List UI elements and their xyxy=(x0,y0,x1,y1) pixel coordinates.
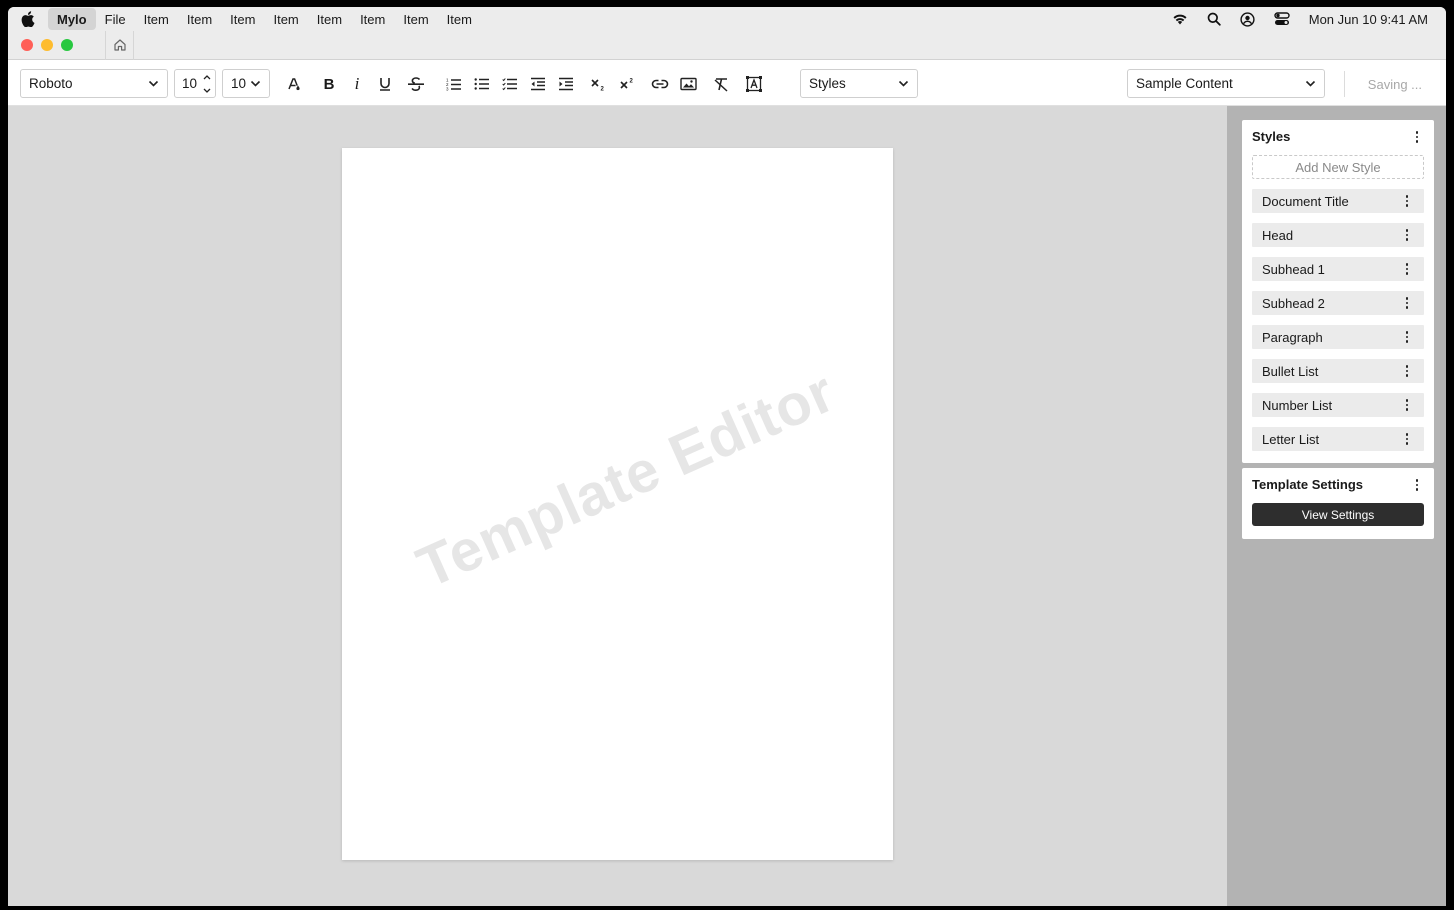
app-name-menu[interactable]: Mylo xyxy=(48,8,96,30)
more-options-icon[interactable] xyxy=(1402,364,1412,378)
menu-item-7[interactable]: Item xyxy=(394,12,437,27)
app-window: Mylo File Item Item Item Item Item Item … xyxy=(8,7,1446,906)
style-item-subhead-1[interactable]: Subhead 1 xyxy=(1252,257,1424,281)
zoom-window-button[interactable] xyxy=(61,39,73,51)
style-item-label: Subhead 1 xyxy=(1262,261,1325,277)
style-item-letter-list[interactable]: Letter List xyxy=(1252,427,1424,451)
traffic-lights xyxy=(8,30,106,60)
chevron-down-icon xyxy=(1305,80,1316,87)
style-item-label: Letter List xyxy=(1262,431,1320,447)
style-item-label: Subhead 2 xyxy=(1262,295,1325,311)
window-titlebar xyxy=(8,30,1446,60)
view-settings-button[interactable]: View Settings xyxy=(1252,503,1424,526)
styles-select-value: Styles xyxy=(809,76,846,91)
bullet-list-icon[interactable] xyxy=(471,73,493,95)
subscript-icon[interactable]: 2 xyxy=(588,73,610,95)
clear-format-icon[interactable] xyxy=(710,73,732,95)
indent-icon[interactable] xyxy=(555,73,577,95)
style-item-label: Number List xyxy=(1262,397,1333,413)
menu-item-4[interactable]: Item xyxy=(264,12,307,27)
style-item-document-title[interactable]: Document Title xyxy=(1252,189,1424,213)
text-frame-icon[interactable] xyxy=(743,73,765,95)
style-item-label: Document Title xyxy=(1262,193,1349,209)
style-item-label: Paragraph xyxy=(1262,329,1323,345)
more-options-icon[interactable] xyxy=(1402,296,1412,310)
outdent-icon[interactable] xyxy=(527,73,549,95)
menu-item-3[interactable]: Item xyxy=(221,12,264,27)
more-options-icon[interactable] xyxy=(1402,432,1412,446)
font-family-value: Roboto xyxy=(29,76,73,91)
user-icon[interactable] xyxy=(1231,7,1265,31)
chevron-down-icon xyxy=(250,80,261,87)
saving-status: Saving ... xyxy=(1367,77,1422,92)
document-page[interactable]: Template Editor xyxy=(342,148,893,860)
menu-item-2[interactable]: Item xyxy=(178,12,221,27)
more-options-icon[interactable] xyxy=(1402,228,1412,242)
checklist-icon[interactable] xyxy=(499,73,521,95)
chevron-down-icon xyxy=(898,80,909,87)
more-options-icon[interactable] xyxy=(1412,130,1422,144)
menu-item-6[interactable]: Item xyxy=(351,12,394,27)
toolbar-divider xyxy=(1344,71,1345,97)
apple-icon[interactable] xyxy=(8,7,48,31)
menubar: Mylo File Item Item Item Item Item Item … xyxy=(8,7,1446,31)
underline-icon[interactable] xyxy=(374,73,396,95)
style-item-subhead-2[interactable]: Subhead 2 xyxy=(1252,291,1424,315)
wifi-icon[interactable] xyxy=(1163,7,1197,31)
style-item-label: Bullet List xyxy=(1262,363,1319,379)
font-size-value: 10 xyxy=(182,76,198,91)
style-item-paragraph[interactable]: Paragraph xyxy=(1252,325,1424,349)
style-item-bullet-list[interactable]: Bullet List xyxy=(1252,359,1424,383)
search-icon[interactable] xyxy=(1197,7,1231,31)
menubar-clock: Mon Jun 10 9:41 AM xyxy=(1308,11,1428,27)
sample-content-select[interactable]: Sample Content xyxy=(1127,69,1325,98)
minimize-window-button[interactable] xyxy=(41,39,53,51)
italic-icon[interactable]: i xyxy=(346,73,368,95)
svg-text:3: 3 xyxy=(446,87,449,92)
link-icon[interactable] xyxy=(649,73,671,95)
superscript-icon[interactable]: 2 xyxy=(617,73,639,95)
style-item-label: Head xyxy=(1262,227,1294,243)
menu-item-1[interactable]: Item xyxy=(135,12,178,27)
more-options-icon[interactable] xyxy=(1402,330,1412,344)
home-button[interactable] xyxy=(106,30,134,60)
bold-icon[interactable]: B xyxy=(318,73,340,95)
add-new-style-button[interactable]: Add New Style xyxy=(1252,155,1424,179)
strikethrough-icon[interactable] xyxy=(405,73,427,95)
image-icon[interactable] xyxy=(677,73,699,95)
stepper-arrows-icon xyxy=(203,75,211,93)
more-options-icon[interactable] xyxy=(1402,262,1412,276)
style-item-number-list[interactable]: Number List xyxy=(1252,393,1424,417)
control-center-icon[interactable] xyxy=(1265,7,1299,31)
menu-file[interactable]: File xyxy=(96,12,135,27)
template-settings-panel: Template Settings View Settings xyxy=(1242,468,1434,539)
svg-text:2: 2 xyxy=(601,87,605,92)
line-height-value: 10 xyxy=(231,76,247,91)
home-icon xyxy=(113,39,126,51)
sample-content-value: Sample Content xyxy=(1136,76,1233,91)
font-size-stepper[interactable]: 10 xyxy=(174,69,216,98)
styles-select[interactable]: Styles xyxy=(800,69,918,98)
menu-item-8[interactable]: Item xyxy=(438,12,481,27)
numbered-list-icon[interactable]: 123 xyxy=(443,73,465,95)
styles-panel: Styles Add New Style Document Title Head… xyxy=(1242,120,1434,463)
line-height-select[interactable]: 10 xyxy=(222,69,270,98)
more-options-icon[interactable] xyxy=(1402,194,1412,208)
more-options-icon[interactable] xyxy=(1402,398,1412,412)
more-options-icon[interactable] xyxy=(1412,478,1422,492)
menu-item-5[interactable]: Item xyxy=(308,12,351,27)
font-family-select[interactable]: Roboto xyxy=(20,69,168,98)
close-window-button[interactable] xyxy=(21,39,33,51)
styles-panel-title: Styles xyxy=(1252,129,1291,144)
template-settings-title: Template Settings xyxy=(1252,477,1364,492)
right-sidebar: Styles Add New Style Document Title Head… xyxy=(1227,106,1446,906)
style-item-head[interactable]: Head xyxy=(1252,223,1424,247)
template-watermark: Template Editor xyxy=(407,358,845,601)
formatting-toolbar: Roboto 10 10 B i 123 2 2 Styles Sample C… xyxy=(8,60,1446,106)
text-color-icon[interactable] xyxy=(283,73,305,95)
document-canvas: Template Editor xyxy=(8,106,1227,906)
chevron-down-icon xyxy=(148,80,159,87)
svg-text:2: 2 xyxy=(630,79,634,85)
